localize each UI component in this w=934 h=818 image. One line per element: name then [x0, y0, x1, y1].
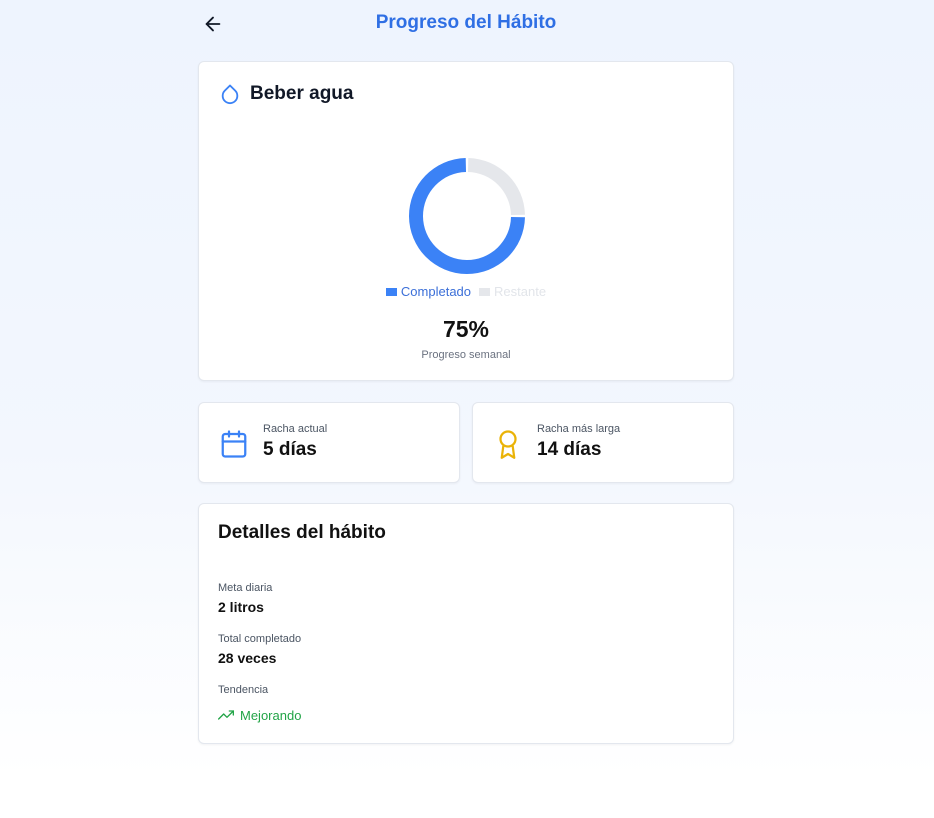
progress-donut-chart	[409, 158, 525, 274]
legend-item-completado: Completado	[385, 284, 472, 299]
water-drop-icon	[221, 84, 239, 105]
trending-up-icon	[218, 710, 234, 720]
trend-value: Mejorando	[240, 707, 302, 723]
longest-streak-label: Racha más larga	[537, 423, 621, 435]
legend-item-restante: Restante	[479, 284, 546, 299]
header: Progreso del Hábito	[198, 0, 734, 50]
total-completed-label: Total completado	[218, 633, 302, 645]
legend-label: Completado	[400, 284, 472, 299]
details-title: Detalles del hábito	[218, 522, 386, 543]
daily-goal-label: Meta diaria	[218, 582, 273, 594]
calendar-icon	[221, 430, 247, 458]
longest-streak-value: 14 días	[537, 439, 602, 460]
donut-slice-restante	[467, 158, 525, 216]
habit-progress-card: Beber agua Completado Restante 75% Progre…	[198, 61, 734, 381]
current-streak-card: Racha actual 5 días	[198, 402, 460, 483]
total-completed-value: 28 veces	[218, 650, 277, 666]
legend-swatch	[479, 287, 491, 296]
longest-streak-card: Racha más larga 14 días	[472, 402, 734, 483]
current-streak-label: Racha actual	[263, 423, 328, 435]
trend-label: Tendencia	[218, 684, 269, 696]
legend-swatch	[385, 287, 397, 296]
progress-caption: Progreso semanal	[421, 349, 511, 361]
habit-details-card: Detalles del hábito Meta diaria 2 litros…	[198, 503, 734, 744]
award-ribbon-icon	[499, 430, 517, 459]
legend-label: Restante	[494, 284, 547, 299]
chart-legend: Completado Restante	[199, 284, 733, 299]
daily-goal-value: 2 litros	[218, 599, 264, 615]
current-streak-value: 5 días	[263, 439, 317, 460]
trend-indicator: Mejorando	[218, 707, 301, 723]
habit-header: Beber agua	[219, 82, 353, 106]
progress-percent: 75%	[442, 316, 490, 342]
habit-name: Beber agua	[250, 83, 354, 104]
page-title: Progreso del Hábito	[375, 12, 557, 33]
